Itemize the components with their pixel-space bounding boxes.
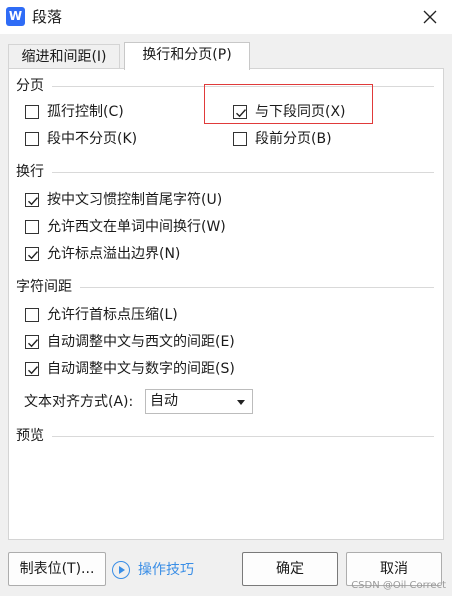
option-chinese-first-last-char[interactable]: 按中文习惯控制首尾字符(U)	[25, 189, 222, 211]
option-label: 段前分页(B)	[255, 131, 332, 147]
checkbox[interactable]	[25, 105, 39, 119]
option-label: 按中文习惯控制首尾字符(U)	[47, 192, 223, 208]
dropdown-arrow-icon	[237, 400, 245, 405]
option-label: 自动调整中文与数字的间距(S)	[47, 361, 235, 377]
watermark: CSDN @Oil Correct	[351, 580, 446, 591]
checkbox[interactable]	[25, 308, 39, 322]
checkbox-checked[interactable]	[25, 247, 39, 261]
text-align-select[interactable]: 自动	[145, 389, 253, 414]
option-keep-lines-together[interactable]: 段中不分页(K)	[25, 128, 137, 150]
option-label: 段中不分页(K)	[47, 131, 138, 147]
select-value: 自动	[150, 393, 178, 409]
section-title-line-break: 换行	[16, 163, 48, 181]
close-icon	[423, 10, 437, 24]
section-title-preview: 预览	[16, 427, 48, 445]
checkmark-icon	[28, 339, 39, 348]
tab-line-page-break[interactable]: 换行和分页(P)	[124, 42, 250, 70]
option-allow-word-break[interactable]: 允许西文在单词中间换行(W)	[25, 216, 226, 238]
divider	[52, 172, 434, 173]
text-align-label: 文本对齐方式(A):	[24, 394, 134, 410]
title-bar: W 段落	[0, 0, 452, 34]
option-label: 与下段同页(X)	[255, 104, 346, 120]
checkbox[interactable]	[25, 132, 39, 146]
option-label: 孤行控制(C)	[47, 104, 124, 120]
option-label: 允许行首标点压缩(L)	[47, 307, 178, 323]
checkmark-icon	[236, 109, 247, 118]
checkmark-icon	[28, 366, 39, 375]
option-page-break-before[interactable]: 段前分页(B)	[233, 128, 332, 150]
section-title-pagination: 分页	[16, 77, 48, 95]
checkbox-checked[interactable]	[25, 335, 39, 349]
option-keep-with-next[interactable]: 与下段同页(X)	[233, 101, 346, 123]
tips-link-label: 操作技巧	[138, 562, 194, 578]
option-label: 自动调整中文与西文的间距(E)	[47, 334, 235, 350]
tips-link[interactable]: 操作技巧	[112, 560, 194, 580]
checkmark-icon	[28, 197, 39, 206]
checkbox[interactable]	[25, 220, 39, 234]
section-title-char-spacing: 字符间距	[16, 278, 76, 296]
close-button[interactable]	[416, 5, 444, 29]
option-label: 允许标点溢出边界(N)	[47, 246, 181, 262]
option-auto-space-cjk-digit[interactable]: 自动调整中文与数字的间距(S)	[25, 358, 235, 380]
checkbox-checked[interactable]	[25, 193, 39, 207]
dialog-title: 段落	[32, 8, 63, 26]
option-hanging-punctuation[interactable]: 允许标点溢出边界(N)	[25, 243, 180, 265]
option-compress-leading-punct[interactable]: 允许行首标点压缩(L)	[25, 304, 178, 326]
checkbox[interactable]	[233, 132, 247, 146]
play-circle-icon	[112, 561, 130, 579]
wps-writer-icon: W	[6, 7, 25, 26]
option-label: 允许西文在单词中间换行(W)	[47, 219, 226, 235]
tab-stops-button[interactable]: 制表位(T)...	[8, 552, 106, 586]
checkbox-checked[interactable]	[233, 105, 247, 119]
checkmark-icon	[28, 251, 39, 260]
tab-indent-spacing[interactable]: 缩进和间距(I)	[8, 44, 120, 69]
checkbox-checked[interactable]	[25, 362, 39, 376]
option-auto-space-cjk-latin[interactable]: 自动调整中文与西文的间距(E)	[25, 331, 235, 353]
divider	[52, 436, 434, 437]
divider	[80, 287, 434, 288]
ok-button[interactable]: 确定	[242, 552, 338, 586]
option-widow-control[interactable]: 孤行控制(C)	[25, 101, 124, 123]
